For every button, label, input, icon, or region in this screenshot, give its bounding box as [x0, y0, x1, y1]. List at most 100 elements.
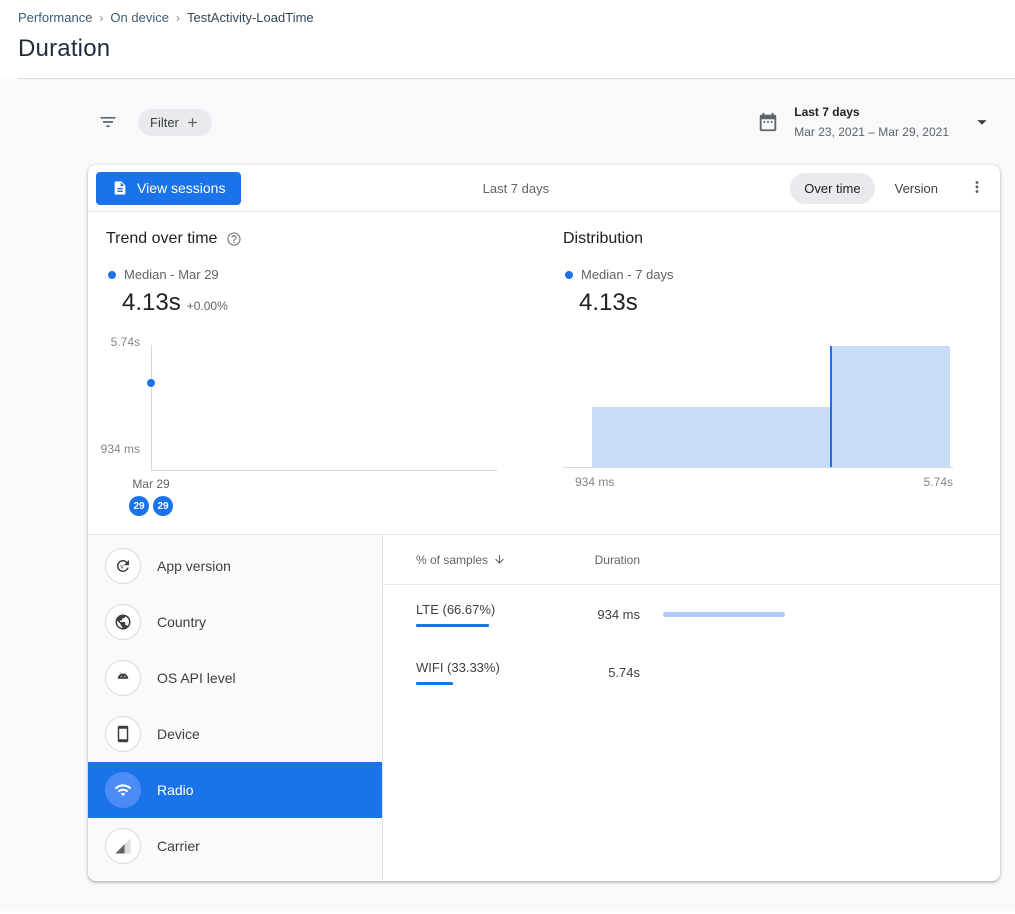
duration-card: View sessions Last 7 days Over time Vers… — [88, 165, 1000, 881]
view-sessions-button[interactable]: View sessions — [96, 172, 241, 205]
chevron-down-icon — [971, 111, 993, 133]
breakdown-sidebar: v App version Country OS API level — [88, 535, 383, 880]
trend-x-tick-label: Mar 29 — [121, 477, 181, 491]
sidebar-item-carrier[interactable]: Carrier — [88, 818, 382, 874]
sidebar-item-os-api-level[interactable]: OS API level — [88, 650, 382, 706]
tab-version[interactable]: Version — [881, 173, 952, 204]
globe-icon — [105, 604, 141, 640]
sort-descending-icon — [493, 553, 506, 566]
sidebar-item-country[interactable]: Country — [88, 594, 382, 650]
breadcrumb-separator: › — [99, 11, 103, 25]
wifi-icon — [105, 772, 141, 808]
duration-cell: 5.74s — [566, 665, 640, 680]
sidebar-item-label: Country — [157, 614, 206, 630]
radio-type-label: WIFI (33.33%) — [416, 660, 500, 675]
date-range-value: Mar 23, 2021 – Mar 29, 2021 — [794, 125, 949, 139]
view-sessions-label: View sessions — [137, 180, 225, 196]
samples-pct-bar — [416, 624, 489, 627]
calendar-icon — [757, 111, 779, 133]
sidebar-item-device[interactable]: Device — [88, 706, 382, 762]
distribution-metric: 4.13s — [579, 289, 638, 317]
svg-text:v: v — [120, 564, 124, 571]
cellular-signal-icon — [105, 828, 141, 864]
trend-y-max-label: 5.74s — [102, 335, 140, 349]
column-header-duration[interactable]: Duration — [566, 553, 640, 567]
kebab-icon — [968, 178, 986, 196]
range-start-handle[interactable]: 29 — [129, 496, 149, 516]
breadcrumb: Performance › On device › TestActivity-L… — [18, 10, 1015, 25]
trend-delta: +0.00% — [187, 299, 228, 313]
sidebar-item-radio[interactable]: Radio — [88, 762, 382, 818]
trend-x-axis — [151, 470, 497, 471]
trend-title-text: Trend over time — [106, 230, 217, 248]
distribution-legend: Median - 7 days — [565, 267, 674, 282]
date-range-texts: Last 7 days Mar 23, 2021 – Mar 29, 2021 — [794, 105, 949, 139]
charts-section: Trend over time Median - Mar 29 4.13s +0… — [88, 212, 1000, 534]
breadcrumb-on-device[interactable]: On device — [110, 10, 169, 25]
filter-list-button[interactable] — [96, 110, 120, 134]
smartphone-icon — [105, 716, 141, 752]
distribution-median-value: 4.13s — [579, 289, 638, 317]
trend-legend: Median - Mar 29 — [108, 267, 219, 282]
page-title: Duration — [18, 35, 1015, 63]
breadcrumb-current-trace: TestActivity-LoadTime — [187, 10, 314, 25]
filter-chip-label: Filter — [150, 115, 179, 130]
date-range-picker[interactable]: Last 7 days Mar 23, 2021 – Mar 29, 2021 — [757, 105, 993, 139]
card-period-label: Last 7 days — [483, 181, 550, 196]
trend-y-min-label: 934 ms — [94, 442, 140, 456]
view-mode-tabs: Over time Version — [790, 173, 988, 204]
samples-pct-track — [416, 682, 526, 685]
breadcrumb-performance[interactable]: Performance — [18, 10, 92, 25]
android-icon — [105, 660, 141, 696]
samples-cell: LTE (66.67%) — [416, 601, 566, 627]
page-content: Filter Last 7 days Mar 23, 2021 – Mar 29… — [0, 79, 1015, 911]
sidebar-item-label: App version — [157, 558, 231, 574]
add-filter-chip[interactable]: Filter — [138, 109, 212, 136]
breadcrumb-separator: › — [176, 11, 180, 25]
sidebar-item-app-version[interactable]: v App version — [88, 538, 382, 594]
top-bar: Performance › On device › TestActivity-L… — [0, 0, 1015, 79]
distribution-section-title: Distribution — [563, 230, 643, 248]
card-header: View sessions Last 7 days Over time Vers… — [88, 165, 1000, 212]
help-icon[interactable] — [226, 231, 242, 247]
range-end-handle[interactable]: 29 — [153, 496, 173, 516]
trend-data-point — [147, 379, 155, 387]
table-row-lte: LTE (66.67%) 934 ms — [383, 585, 1000, 643]
histogram-x-axis — [563, 467, 953, 468]
sidebar-item-label: Device — [157, 726, 200, 742]
trend-metric: 4.13s +0.00% — [122, 289, 228, 317]
breakdown-table: % of samples Duration LTE (66.67%) — [383, 535, 1000, 880]
duration-cell: 934 ms — [566, 607, 640, 622]
samples-pct-track — [416, 624, 526, 627]
trend-section-title: Trend over time — [106, 230, 242, 248]
samples-header-label: % of samples — [416, 553, 488, 567]
histogram-median-line — [830, 346, 832, 467]
table-row-wifi: WIFI (33.33%) 5.74s — [383, 643, 1000, 701]
filter-list-icon — [98, 112, 118, 132]
histogram-x-min-label: 934 ms — [575, 475, 614, 489]
tab-over-time[interactable]: Over time — [790, 173, 874, 204]
breakdown-section: v App version Country OS API level — [88, 534, 1000, 880]
filter-bar: Filter Last 7 days Mar 23, 2021 – Mar 29… — [0, 79, 1015, 165]
samples-cell: WIFI (33.33%) — [416, 659, 566, 685]
radio-type-label: LTE (66.67%) — [416, 602, 495, 617]
legend-dot-icon — [565, 271, 573, 279]
distribution-legend-label: Median - 7 days — [581, 267, 674, 282]
legend-dot-icon — [108, 271, 116, 279]
add-icon — [185, 115, 200, 130]
histogram-x-max-label: 5.74s — [908, 475, 953, 489]
overflow-menu-button[interactable] — [966, 174, 988, 203]
duration-distribution-bar — [663, 612, 785, 617]
sidebar-item-label: OS API level — [157, 670, 236, 686]
trend-median-value: 4.13s — [122, 289, 181, 317]
histogram-bar-wifi — [831, 346, 950, 467]
distribution-title-text: Distribution — [563, 230, 643, 248]
histogram-bar-lte — [592, 407, 831, 467]
sidebar-item-label: Radio — [157, 782, 194, 798]
column-header-samples[interactable]: % of samples — [416, 553, 566, 567]
trend-legend-label: Median - Mar 29 — [124, 267, 219, 282]
app-version-icon: v — [105, 548, 141, 584]
samples-pct-bar — [416, 682, 453, 685]
date-range-label: Last 7 days — [794, 105, 949, 119]
trend-y-axis — [151, 345, 152, 470]
